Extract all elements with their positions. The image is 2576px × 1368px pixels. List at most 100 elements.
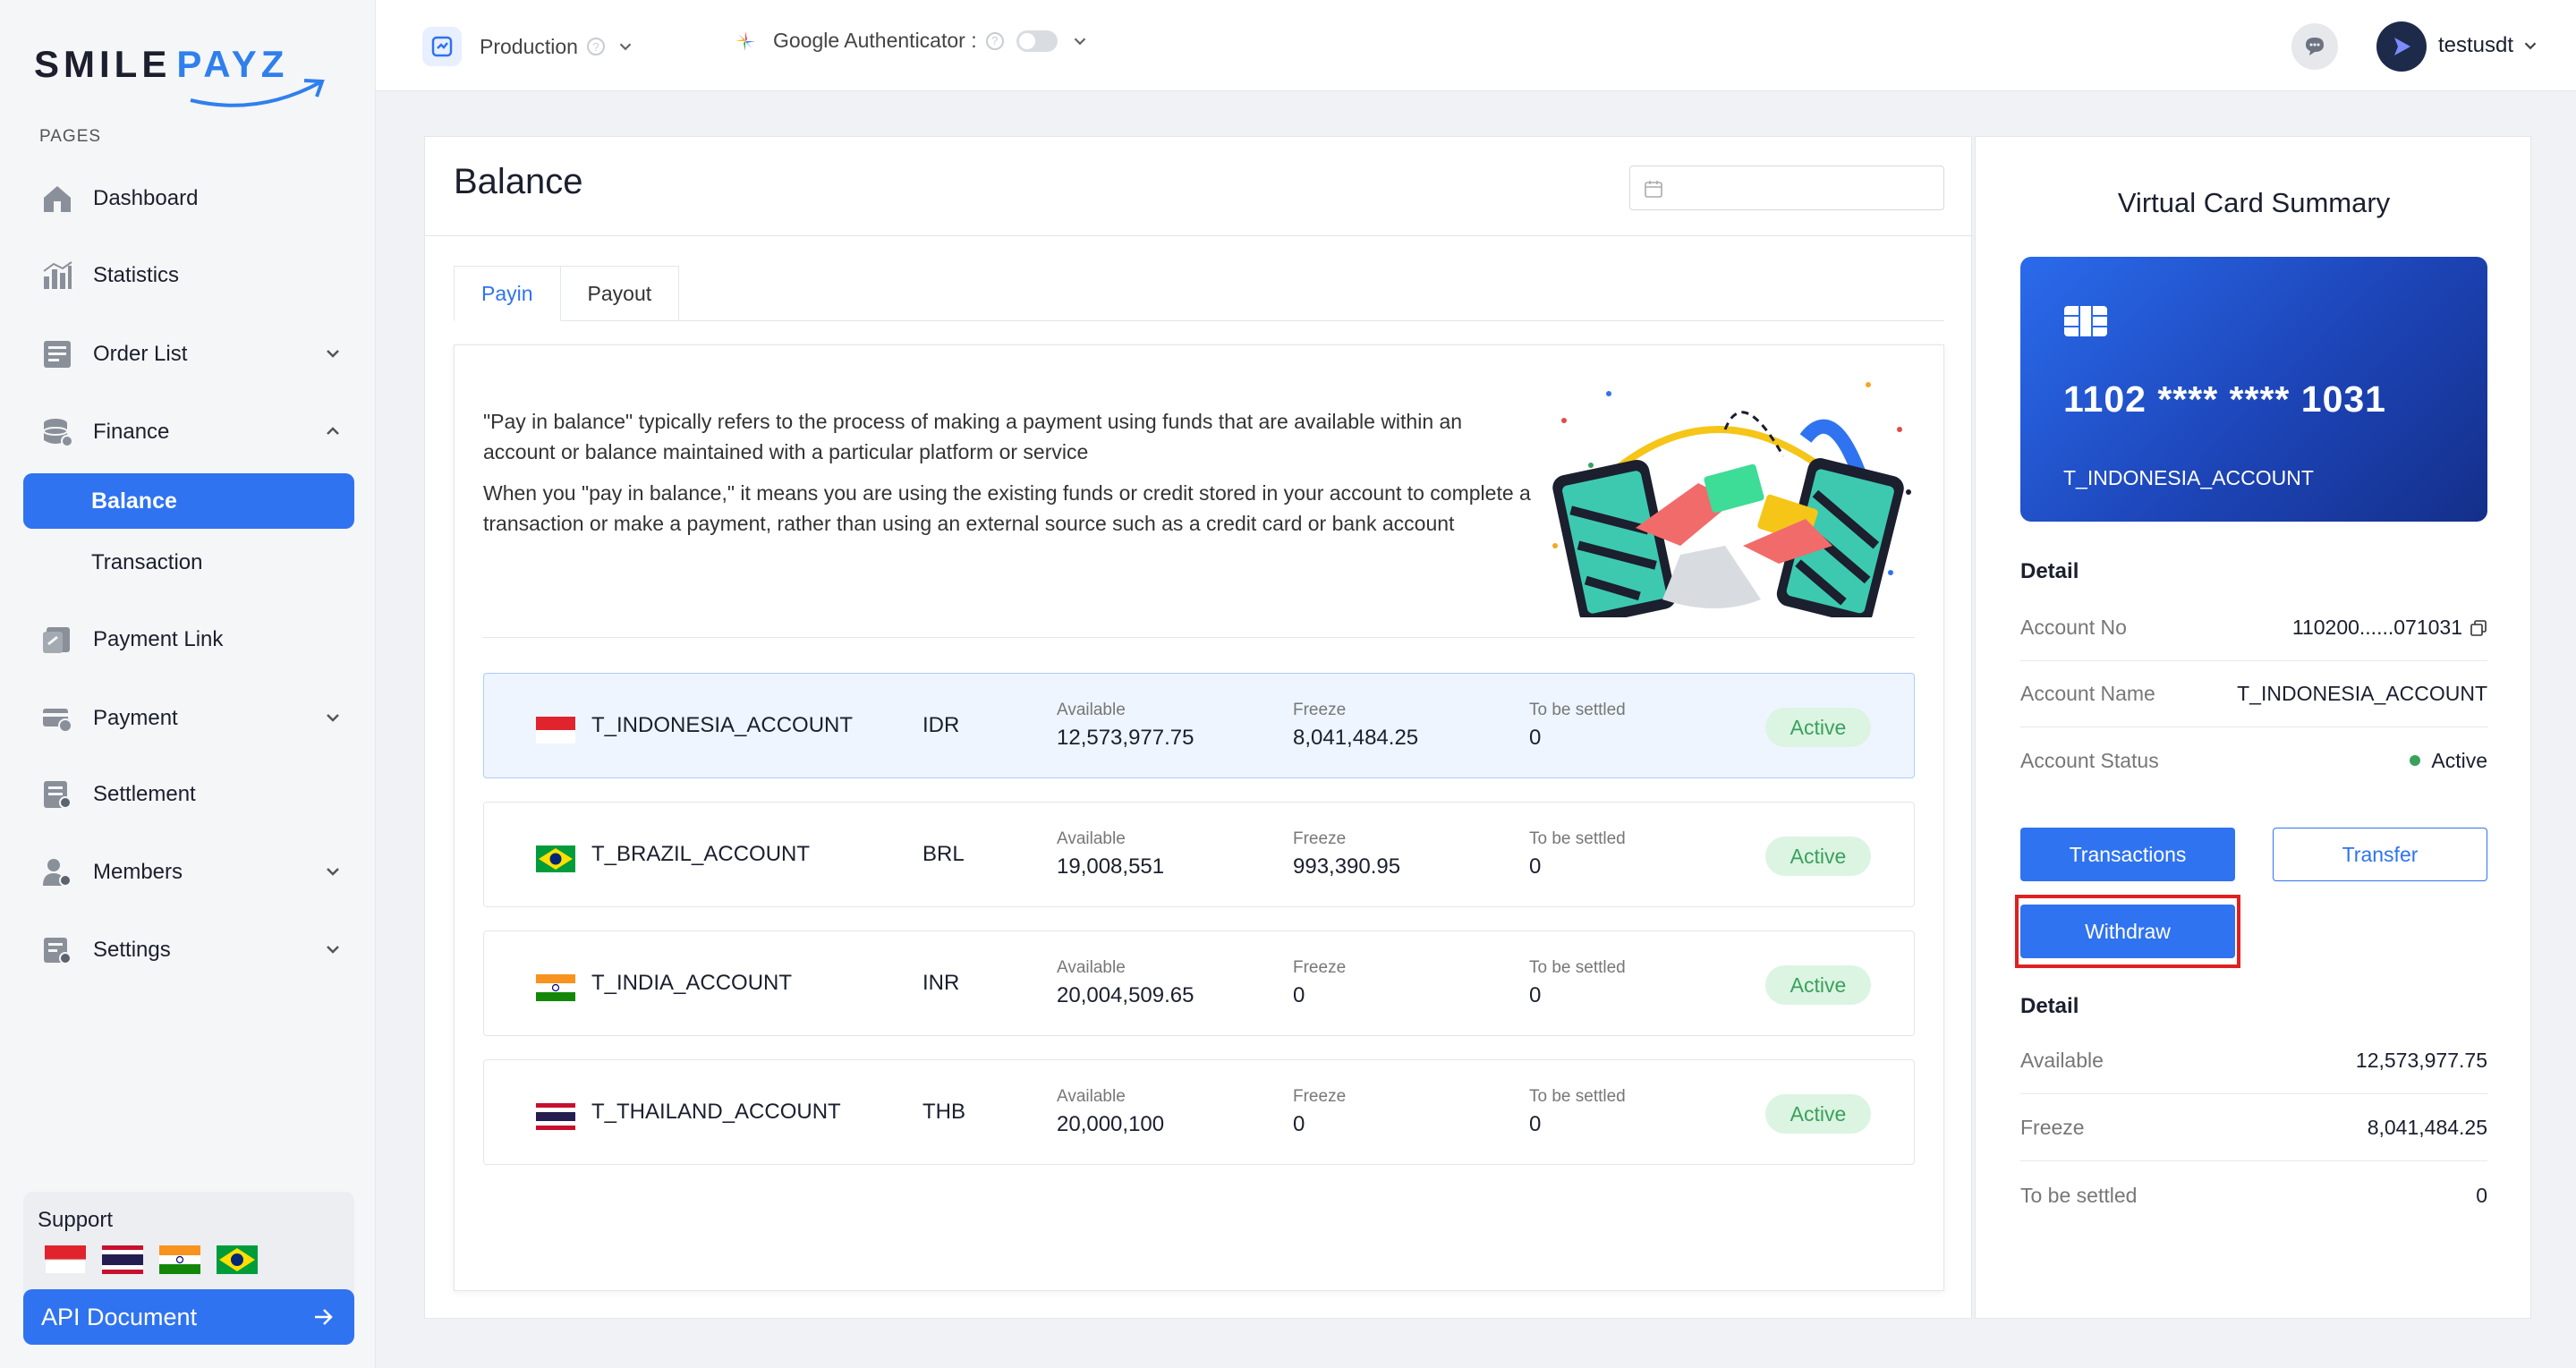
available-value: 19,008,551 bbox=[1057, 854, 1165, 879]
sidebar-item-settings[interactable]: Settings bbox=[39, 928, 344, 973]
tab-payout[interactable]: Payout bbox=[560, 266, 680, 321]
top-bar: Production ? Google Authenticator : ? te… bbox=[376, 0, 2576, 91]
available-row: Available 12,573,977.75 bbox=[2020, 1028, 2487, 1094]
date-picker[interactable] bbox=[1629, 166, 1944, 210]
status-dot-icon bbox=[2410, 755, 2421, 766]
sidebar-item-label: Payment bbox=[93, 706, 178, 730]
api-document-button[interactable]: API Document bbox=[23, 1289, 354, 1345]
account-status-label: Account Status bbox=[2020, 748, 2159, 772]
avatar[interactable] bbox=[2376, 21, 2427, 72]
content-divider bbox=[483, 637, 1915, 638]
api-document-label: API Document bbox=[41, 1303, 198, 1330]
status-badge: Active bbox=[1765, 708, 1871, 747]
settled-label: To be settled bbox=[1529, 1087, 1626, 1106]
sidebar-item-settlement[interactable]: Settlement bbox=[39, 772, 344, 817]
tabs: Payin Payout bbox=[454, 266, 680, 321]
account-name: T_BRAZIL_ACCOUNT bbox=[591, 842, 811, 866]
user-menu[interactable]: testusdt bbox=[2438, 33, 2540, 58]
chevron-down-icon bbox=[2524, 42, 2537, 50]
google-authenticator-label: Google Authenticator : bbox=[773, 29, 977, 52]
settled-value: 0 bbox=[1529, 854, 1542, 879]
thailand-flag-icon[interactable] bbox=[102, 1245, 143, 1274]
settled-label: To be settled bbox=[1529, 958, 1626, 977]
settled-value: 0 bbox=[1529, 726, 1542, 750]
sidebar-item-finance[interactable]: Finance bbox=[39, 410, 344, 455]
environment-selector[interactable]: Production ? bbox=[422, 27, 635, 66]
list-icon bbox=[39, 336, 75, 372]
header-divider bbox=[425, 235, 1973, 236]
freeze-row: Freeze 8,041,484.25 bbox=[2020, 1095, 2487, 1161]
sidebar-item-label: Dashboard bbox=[93, 186, 199, 210]
account-row-brazil[interactable]: T_BRAZIL_ACCOUNT BRL Available 19,008,55… bbox=[483, 802, 1915, 907]
sidebar-item-label: Members bbox=[93, 860, 183, 884]
card-chip-icon bbox=[2064, 306, 2107, 336]
help-icon[interactable]: ? bbox=[586, 38, 605, 55]
thailand-flag-icon bbox=[536, 1103, 575, 1130]
chevron-down-icon bbox=[327, 868, 339, 876]
authenticator-toggle[interactable] bbox=[1016, 30, 1058, 52]
withdraw-button[interactable]: Withdraw bbox=[2020, 905, 2235, 958]
transactions-button[interactable]: Transactions bbox=[2020, 828, 2235, 881]
sidebar-item-members[interactable]: Members bbox=[39, 850, 344, 895]
account-row-thailand[interactable]: T_THAILAND_ACCOUNT THB Available 20,000,… bbox=[483, 1059, 1915, 1165]
detail-section-title: Detail bbox=[2020, 559, 2079, 583]
settings-icon bbox=[39, 932, 75, 968]
chat-button[interactable] bbox=[2291, 23, 2338, 70]
support-title: Support bbox=[38, 1208, 114, 1232]
chevron-up-icon bbox=[327, 427, 339, 435]
sidebar-item-statistics[interactable]: Statistics bbox=[39, 253, 344, 298]
account-name: T_INDONESIA_ACCOUNT bbox=[591, 713, 854, 737]
sidebar-item-order-list[interactable]: Order List bbox=[39, 332, 344, 377]
settlement-icon bbox=[39, 777, 75, 812]
home-icon bbox=[39, 181, 75, 217]
virtual-card: 1102 **** **** 1031 T_INDONESIA_ACCOUNT bbox=[2020, 257, 2487, 522]
copy-icon[interactable] bbox=[2470, 619, 2487, 637]
currency: INR bbox=[922, 971, 960, 995]
indonesia-flag-icon[interactable] bbox=[45, 1245, 86, 1274]
available-label: Available bbox=[1057, 701, 1126, 719]
available-label: Available bbox=[2020, 1049, 2104, 1072]
account-status-row: Account Status Active bbox=[2020, 727, 2487, 794]
chevron-down-icon bbox=[327, 714, 339, 722]
play-icon bbox=[2394, 38, 2410, 55]
sidebar-item-dashboard[interactable]: Dashboard bbox=[39, 176, 344, 221]
transfer-button[interactable]: Transfer bbox=[2273, 828, 2487, 881]
freeze-value: 0 bbox=[1293, 1112, 1305, 1136]
chevron-down-icon bbox=[619, 43, 632, 51]
settled-value: 0 bbox=[1529, 983, 1542, 1007]
settled-label: To be settled bbox=[2020, 1183, 2138, 1207]
account-name-row: Account Name T_INDONESIA_ACCOUNT bbox=[2020, 661, 2487, 727]
tab-payin[interactable]: Payin bbox=[454, 266, 561, 321]
sidebar-subitem-transaction[interactable]: Transaction bbox=[91, 550, 203, 575]
chevron-down-icon[interactable] bbox=[1070, 31, 1090, 51]
detail2-section-title: Detail bbox=[2020, 994, 2079, 1018]
sidebar-item-payment-link[interactable]: Payment Link bbox=[39, 617, 344, 662]
india-flag-icon[interactable] bbox=[159, 1245, 200, 1274]
freeze-value: 8,041,484.25 bbox=[2367, 1116, 2487, 1139]
page-title: Balance bbox=[454, 162, 583, 201]
available-value: 12,573,977.75 bbox=[1057, 726, 1194, 750]
settled-value: 0 bbox=[2476, 1183, 2487, 1207]
sidebar-subitem-balance[interactable]: Balance bbox=[23, 473, 354, 529]
freeze-label: Freeze bbox=[1293, 958, 1347, 977]
settled-label: To be settled bbox=[1529, 701, 1626, 719]
summary-title: Virtual Card Summary bbox=[2117, 187, 2391, 218]
brazil-flag-icon[interactable] bbox=[217, 1245, 258, 1274]
account-row-india[interactable]: T_INDIA_ACCOUNT INR Available 20,004,509… bbox=[483, 930, 1915, 1036]
available-value: 20,000,100 bbox=[1057, 1112, 1165, 1136]
chevron-down-icon bbox=[327, 350, 339, 358]
freeze-value: 8,041,484.25 bbox=[1293, 726, 1419, 750]
google-authenticator-icon bbox=[735, 30, 755, 51]
settled-label: To be settled bbox=[1529, 829, 1626, 848]
calendar-icon bbox=[1645, 181, 1662, 198]
settled-value: 0 bbox=[1529, 1112, 1542, 1136]
logo[interactable]: SMILE PAYZ bbox=[34, 43, 325, 107]
arrow-right-icon bbox=[315, 1309, 333, 1325]
sidebar-item-label: Statistics bbox=[93, 263, 180, 287]
help-icon[interactable]: ? bbox=[985, 31, 1004, 50]
account-row-indonesia[interactable]: T_INDONESIA_ACCOUNT IDR Available 12,573… bbox=[483, 673, 1915, 778]
sidebar-item-payment[interactable]: Payment bbox=[39, 696, 344, 741]
card-number: 1102 **** **** 1031 bbox=[2063, 378, 2386, 420]
virtual-card-summary-panel: Virtual Card Summary 1102 **** **** 1031… bbox=[1975, 136, 2531, 1319]
environment-icon bbox=[422, 27, 462, 66]
